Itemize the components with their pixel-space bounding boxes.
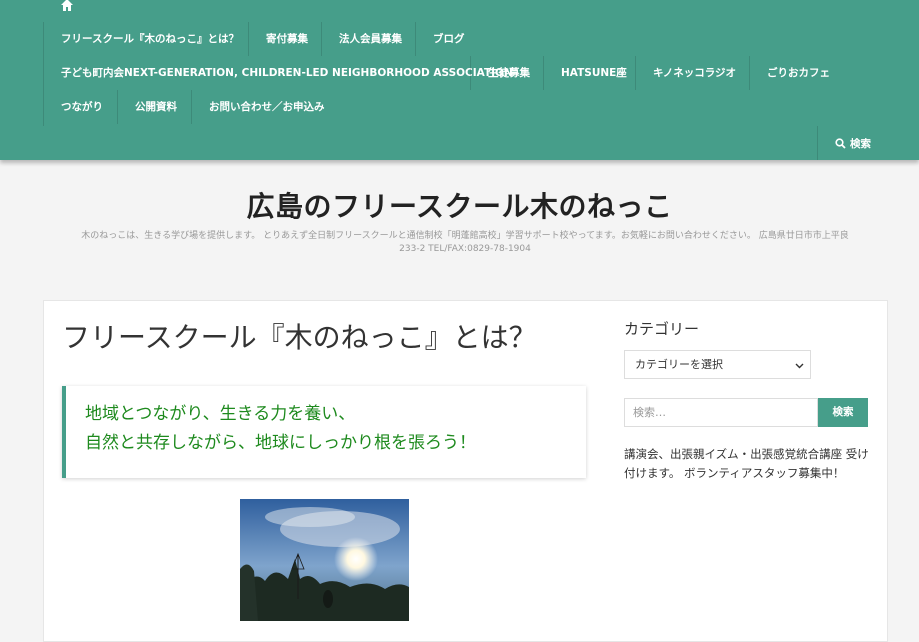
nav-item-about[interactable]: フリースクール『木のねっこ』とは？: [61, 22, 239, 56]
intro-quote: 地域とつながり、生きる力を養い、 自然と共存しながら、地球にしっかり根を張ろう！: [62, 386, 586, 478]
category-heading: カテゴリー: [624, 320, 700, 338]
nav-divider: [415, 22, 416, 56]
nav-divider: [191, 90, 192, 124]
site-title[interactable]: 広島のフリースクール木のねっこ: [0, 185, 919, 225]
nav-item-contact[interactable]: お問い合わせ／お申込み: [209, 90, 325, 124]
nav-divider: [635, 56, 636, 90]
quote-line-2: 自然と共存しながら、地球にしっかり根を張ろう！: [85, 433, 476, 453]
nav-divider: [248, 22, 249, 56]
nav-item-student-recruitment[interactable]: 生徒募集: [488, 56, 530, 90]
site-description: 木のねっこは、生きる学び場を提供します。 とりあえず全日制フリースクールと通信制…: [40, 230, 890, 256]
nav-item-hatsune[interactable]: HATSUNE座: [561, 56, 627, 90]
nav-divider: [321, 22, 322, 56]
category-select[interactable]: カテゴリーを選択: [624, 350, 811, 379]
sidebar-text: 講演会、出張親イズム・出張感覚統合講座 受け付けます。 ボランティアスタッフ募集…: [624, 447, 869, 480]
nav-item-blog[interactable]: ブログ: [433, 22, 465, 56]
search-icon: [835, 138, 846, 149]
nature-photo: [240, 499, 409, 621]
nav-item-cafe[interactable]: ごりおカフェ: [767, 56, 830, 90]
site-description-line1: 木のねっこは、生きる学び場を提供します。 とりあえず全日制フリースクールと通信制…: [81, 231, 849, 241]
page-title: フリースクール『木のねっこ』とは？: [62, 321, 537, 354]
nav-item-donation[interactable]: 寄付募集: [266, 22, 308, 56]
nav-divider: [749, 56, 750, 90]
nav-item-corporate-member[interactable]: 法人会員募集: [339, 22, 402, 56]
sidebar-search-button[interactable]: 検索: [818, 398, 868, 427]
home-icon[interactable]: [60, 0, 74, 11]
nav-divider: [543, 56, 544, 90]
nav-divider: [817, 126, 818, 160]
top-navigation: フリースクール『木のねっこ』とは？ 寄付募集 法人会員募集 ブログ 子ども町内会…: [0, 0, 919, 160]
nav-divider: [43, 22, 44, 126]
sidebar-search-input[interactable]: 検索…: [624, 398, 818, 427]
nav-search-label: 検索: [850, 138, 871, 150]
nav-divider: [470, 56, 471, 90]
site-description-line2: 233-2 TEL/FAX:0829-78-1904: [399, 244, 531, 254]
chevron-down-icon: [795, 363, 804, 369]
category-select-value: カテゴリーを選択: [635, 358, 723, 371]
nav-item-public-documents[interactable]: 公開資料: [135, 90, 177, 124]
nav-search-button[interactable]: 検索: [835, 136, 871, 151]
nav-divider: [117, 90, 118, 124]
nav-item-neighborhood-association[interactable]: 子ども町内会NEXT-GENERATION, CHILDREN-LED NEIG…: [61, 56, 513, 90]
nav-item-connections[interactable]: つながり: [61, 90, 103, 124]
nav-item-radio[interactable]: キノネッコラジオ: [653, 56, 736, 90]
quote-line-1: 地域とつながり、生きる力を養い、: [85, 404, 356, 424]
